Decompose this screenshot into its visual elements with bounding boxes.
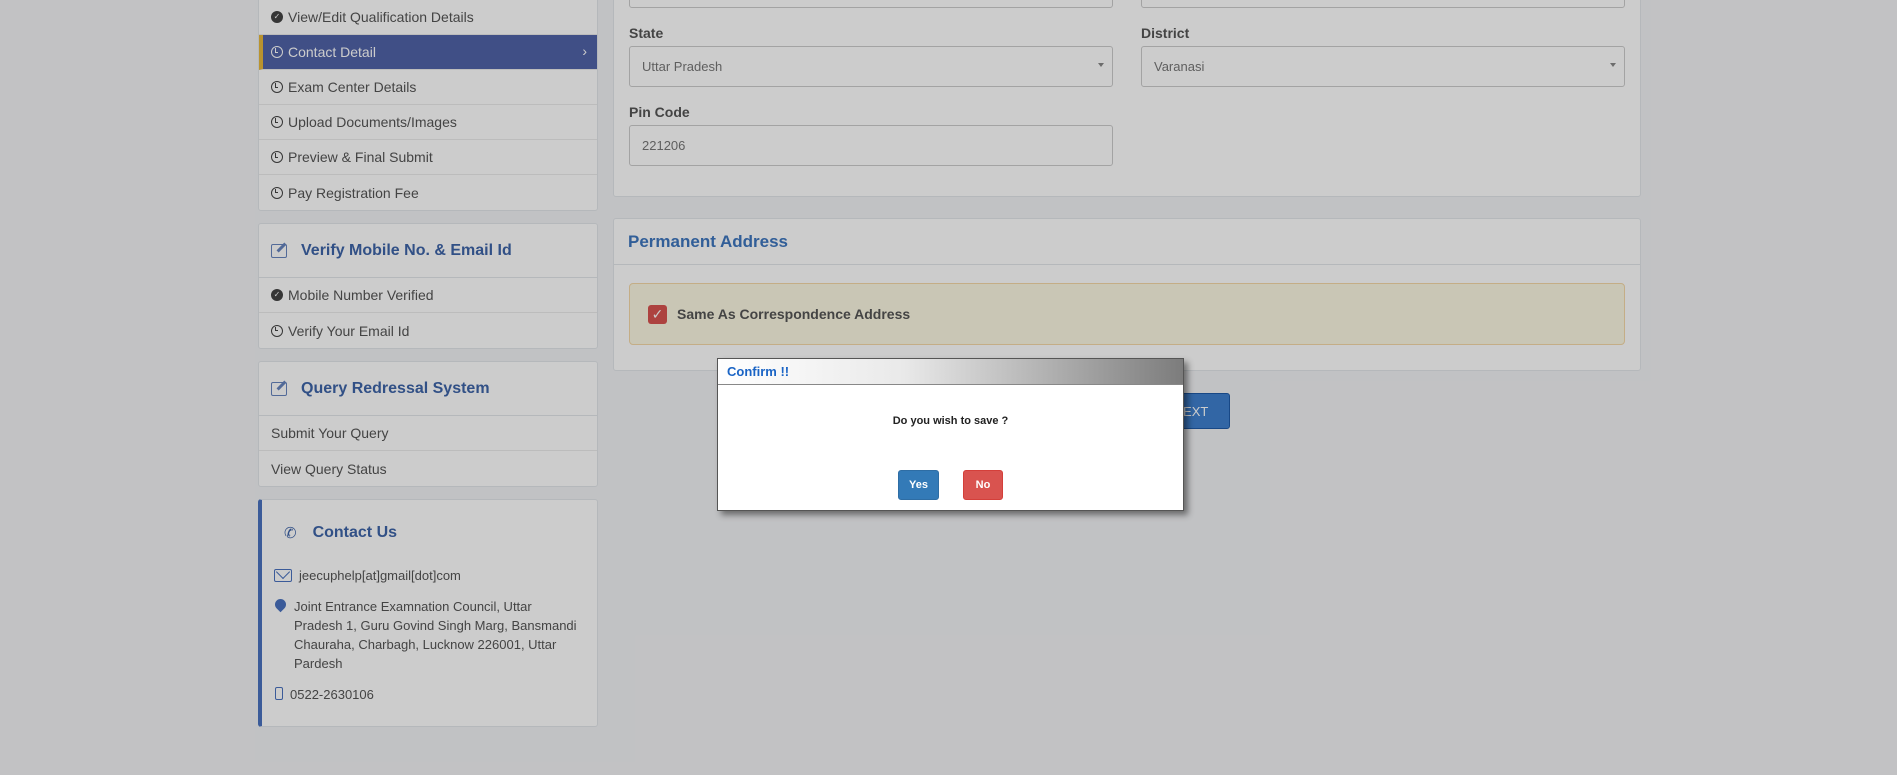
dialog-title: Confirm !! <box>718 359 1183 385</box>
no-button[interactable]: No <box>963 470 1003 500</box>
yes-button[interactable]: Yes <box>898 470 939 500</box>
dialog-message: Do you wish to save ? <box>892 415 1009 427</box>
confirm-dialog: Confirm !! Do you wish to save ? Yes No <box>717 358 1184 511</box>
